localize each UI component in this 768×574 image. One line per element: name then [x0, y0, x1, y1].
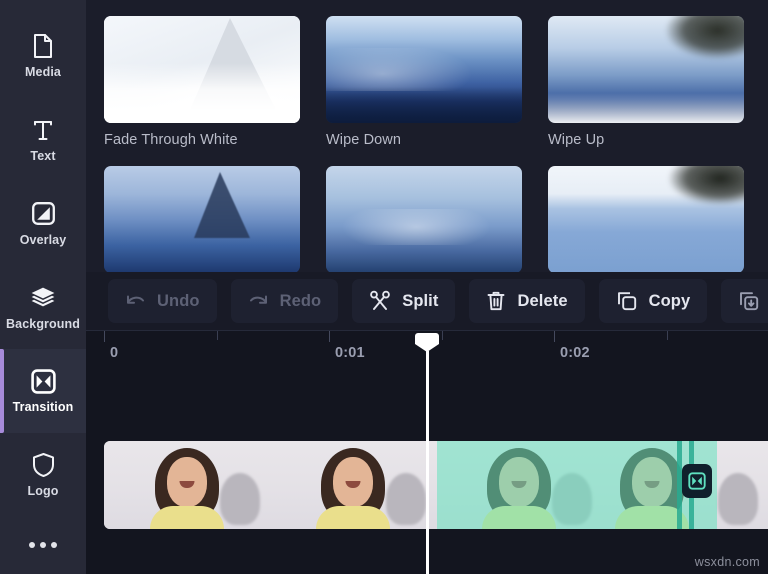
split-button[interactable]: Split — [352, 279, 456, 323]
transition-label: Wipe Down — [326, 132, 402, 148]
thumbnail-art — [104, 16, 300, 123]
redo-button[interactable]: Redo — [230, 279, 339, 323]
sidebar-item-label: Media — [25, 65, 61, 80]
frame-thumbnail — [104, 441, 270, 529]
delete-label: Delete — [517, 291, 568, 310]
redo-arrow-icon — [248, 293, 269, 310]
transition-thumbnail[interactable] — [326, 16, 522, 123]
ruler-tick — [329, 331, 330, 342]
ruler-time-label: 0:01 — [335, 345, 365, 361]
undo-arrow-icon — [125, 293, 146, 310]
ruler-tick — [667, 331, 668, 340]
duplicate-down-icon — [738, 290, 760, 312]
watermark: wsxdn.com — [694, 555, 760, 569]
transition-tile[interactable]: Wipe Up — [548, 16, 744, 148]
timeline-panel[interactable]: 0 0:01 0:02 — [86, 330, 768, 574]
transition-tile[interactable]: Fade Through White — [104, 16, 300, 148]
undo-button[interactable]: Undo — [108, 279, 217, 323]
thumbnail-art — [104, 166, 300, 272]
thumbnail-art — [548, 166, 744, 272]
copy-icon — [616, 290, 638, 312]
ruler-time-label: 0:02 — [560, 345, 590, 361]
ruler-tick — [554, 331, 555, 342]
undo-label: Undo — [157, 291, 200, 310]
transition-thumbnail[interactable] — [548, 166, 744, 272]
sidebar-item-label: Background — [6, 316, 80, 331]
copy-label: Copy — [648, 291, 691, 310]
layers-icon — [30, 285, 56, 311]
video-clip[interactable] — [104, 441, 768, 529]
transition-marker-button[interactable] — [682, 464, 712, 498]
overlay-square-icon — [30, 201, 56, 227]
thumbnail-art — [326, 166, 522, 272]
ruler-tick — [217, 331, 218, 340]
sidebar-item-media[interactable]: Media — [0, 14, 86, 98]
trash-icon — [486, 290, 506, 312]
transitions-grid: Fade Through White Wipe Down Wipe Up — [104, 16, 768, 272]
duplicate-button[interactable] — [721, 279, 768, 323]
clip-frame — [436, 441, 602, 529]
frame-thumbnail — [436, 441, 602, 529]
transition-label: Fade Through White — [104, 132, 238, 148]
clip-filmstrip — [104, 441, 768, 529]
copy-button[interactable]: Copy — [598, 279, 708, 323]
clip-frame — [104, 441, 270, 529]
sidebar-item-background[interactable]: Background — [0, 265, 86, 349]
transition-icon — [30, 368, 56, 394]
sidebar-item-label: Overlay — [19, 232, 67, 247]
transition-tile[interactable] — [104, 166, 300, 272]
transition-tile[interactable] — [326, 166, 522, 272]
sidebar-item-label: Text — [30, 148, 56, 163]
active-indicator — [0, 349, 4, 434]
sidebar-item-label: Logo — [27, 484, 59, 499]
sidebar-item-overlay[interactable]: Overlay — [0, 182, 86, 266]
transition-thumbnail[interactable] — [104, 16, 300, 123]
sidebar-item-text[interactable]: Text — [0, 98, 86, 182]
thumbnail-art — [548, 16, 744, 123]
more-dots-icon[interactable] — [0, 517, 86, 574]
transition-tile[interactable] — [548, 166, 744, 272]
text-t-icon — [30, 117, 56, 143]
transition-label: Wipe Up — [548, 132, 605, 148]
frame-thumbnail — [270, 441, 436, 529]
timeline-ruler[interactable]: 0 0:01 0:02 — [86, 330, 768, 374]
left-sidebar: Media Text Overlay Background Transition… — [0, 0, 86, 574]
sidebar-item-label: Transition — [12, 400, 74, 415]
main-area: Fade Through White Wipe Down Wipe Up Und… — [86, 0, 768, 574]
transition-thumbnail[interactable] — [326, 166, 522, 272]
timeline-track-area[interactable] — [86, 374, 768, 574]
clip-frame — [270, 441, 436, 529]
scissors-icon — [369, 290, 391, 312]
sidebar-item-logo[interactable]: Logo — [0, 433, 86, 517]
delete-button[interactable]: Delete — [469, 279, 585, 323]
ruler-tick — [104, 331, 105, 342]
shield-icon — [30, 452, 56, 478]
editor-app: Media Text Overlay Background Transition… — [0, 0, 768, 574]
transition-thumbnail[interactable] — [548, 16, 744, 123]
sidebar-item-transition[interactable]: Transition — [0, 349, 86, 434]
ruler-tick — [442, 331, 443, 340]
editor-toolbar: Undo Redo Split Delete Copy — [86, 272, 768, 330]
transition-icon — [688, 472, 706, 490]
transition-thumbnail[interactable] — [104, 166, 300, 272]
ruler-time-label: 0 — [110, 345, 119, 361]
transition-tile[interactable]: Wipe Down — [326, 16, 522, 148]
file-icon — [30, 33, 56, 59]
split-label: Split — [402, 291, 439, 310]
thumbnail-art — [326, 16, 522, 123]
redo-label: Redo — [279, 291, 322, 310]
transitions-library-panel: Fade Through White Wipe Down Wipe Up — [86, 0, 768, 272]
